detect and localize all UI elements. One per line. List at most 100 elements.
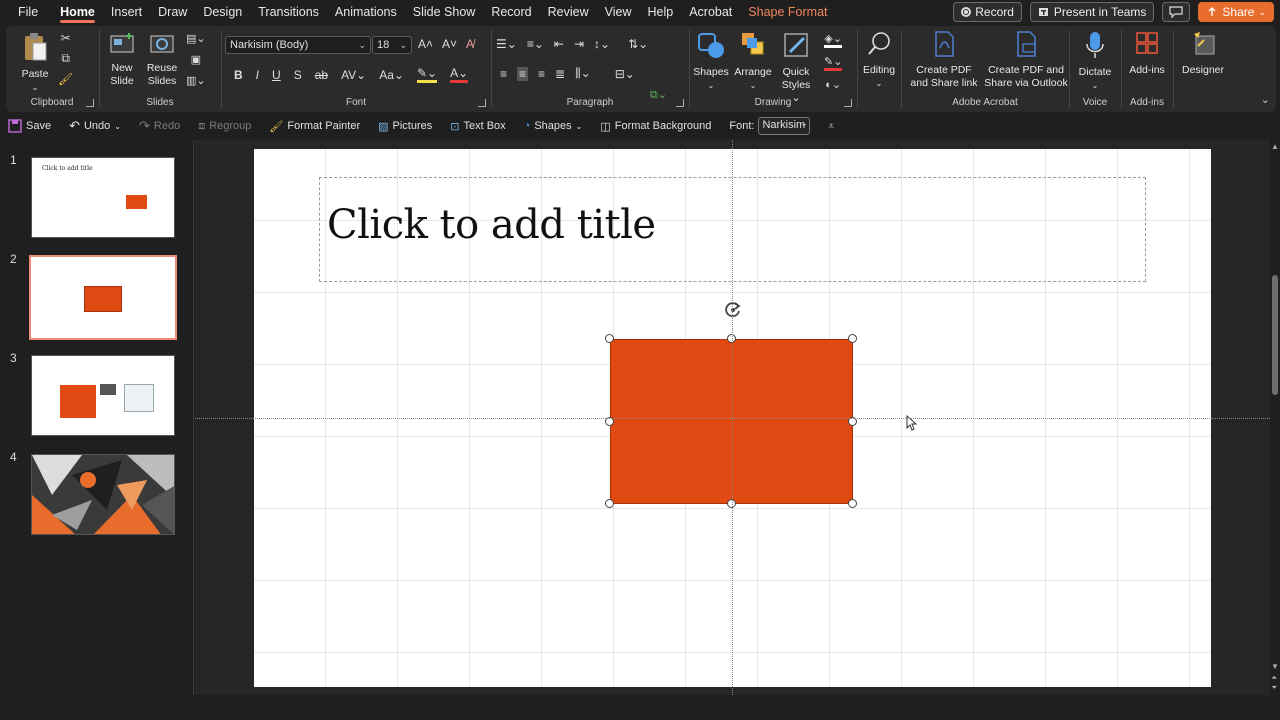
qat-font-select[interactable]: Narkisim ⌄ — [758, 117, 811, 135]
undo-button[interactable]: ↶ Undo ⌄ — [61, 118, 131, 134]
strikethrough-icon[interactable]: ab — [315, 68, 328, 82]
text-box-button[interactable]: ⊡ Text Box — [442, 120, 515, 133]
scroll-up-icon[interactable]: ▲ — [1271, 142, 1279, 151]
character-spacing-icon[interactable]: AV⌄ — [341, 68, 366, 82]
format-background-button[interactable]: ◫ Format Background — [592, 120, 721, 133]
slide-thumbnail-3[interactable] — [31, 355, 175, 436]
new-slide-button[interactable]: New Slide — [104, 32, 140, 88]
redo-button[interactable]: ↷ Redo — [131, 118, 190, 134]
tab-insert[interactable]: Insert — [103, 0, 150, 24]
save-button[interactable]: Save — [0, 119, 61, 133]
shape-fill-icon[interactable]: ◈⌄ — [824, 32, 843, 48]
resize-handle-top-right[interactable] — [848, 334, 857, 343]
tab-slide-show[interactable]: Slide Show — [405, 0, 484, 24]
tab-view[interactable]: View — [597, 0, 640, 24]
format-painter-button[interactable]: 🖌 Format Painter — [261, 120, 370, 133]
justify-icon[interactable]: ≣ — [555, 67, 565, 81]
bold-icon[interactable]: B — [234, 68, 243, 82]
collapse-ribbon-icon[interactable]: ⌄ — [1261, 93, 1270, 106]
pictures-button[interactable]: ▨ Pictures — [370, 120, 442, 133]
vertical-scrollbar[interactable]: ▲ ▼ ⏶ ⏷ — [1270, 140, 1280, 695]
text-direction-icon[interactable]: ⇅⌄ — [628, 37, 648, 51]
addins-button[interactable]: Add-ins — [1126, 30, 1168, 77]
scroll-down-icon[interactable]: ▼ — [1271, 662, 1279, 671]
underline-icon[interactable]: U — [272, 68, 281, 82]
italic-icon[interactable]: I — [256, 68, 259, 82]
font-size-select[interactable]: 18 ⌄ — [372, 36, 412, 54]
save-label: Save — [26, 120, 52, 132]
highlight-icon[interactable]: ✎⌄ — [416, 66, 438, 83]
bullets-icon[interactable]: ☰⌄ — [496, 37, 517, 51]
qat-shapes-button[interactable]: ◔ Shapes ⌄ — [516, 120, 593, 132]
decrease-indent-icon[interactable]: ⇤ — [554, 37, 564, 51]
comments-button[interactable] — [1162, 2, 1191, 22]
designer-button[interactable]: Designer — [1178, 30, 1228, 77]
paste-button[interactable]: Paste ⌄ — [18, 32, 52, 94]
increase-indent-icon[interactable]: ⇥ — [574, 37, 584, 51]
tab-review[interactable]: Review — [540, 0, 597, 24]
reset-icon[interactable]: ▣ — [191, 53, 201, 66]
arrange-button[interactable]: Arrange ⌄ — [732, 30, 774, 92]
font-launcher-icon[interactable] — [478, 99, 486, 107]
align-left-icon[interactable]: ≡ — [500, 67, 507, 81]
resize-handle-bottom-left[interactable] — [605, 499, 614, 508]
clear-formatting-icon[interactable]: A̸ — [466, 37, 474, 51]
section-icon[interactable]: ▥⌄ — [186, 74, 206, 87]
rotate-handle-icon[interactable] — [724, 301, 742, 319]
tab-transitions[interactable]: Transitions — [250, 0, 327, 24]
next-slide-icon[interactable]: ⏷ — [1271, 683, 1277, 693]
shapes-icon: ◔ — [523, 120, 531, 132]
drawing-launcher-icon[interactable] — [844, 99, 852, 107]
change-case-icon[interactable]: Aa⌄ — [379, 68, 404, 82]
cut-icon[interactable]: ✂ — [61, 31, 71, 45]
slide-thumbnail-2[interactable] — [29, 255, 177, 340]
align-right-icon[interactable]: ≡ — [538, 67, 545, 81]
resize-handle-bottom-right[interactable] — [848, 499, 857, 508]
copy-icon[interactable]: ⧉ — [61, 51, 70, 66]
slide-thumbnail-1[interactable]: Click to add title — [31, 157, 175, 238]
pdf-outlook-icon — [1017, 31, 1036, 57]
align-text-icon[interactable]: ⊟⌄ — [615, 67, 635, 81]
align-center-icon[interactable]: ≡ — [517, 66, 529, 81]
shadow-icon[interactable]: S — [294, 68, 302, 82]
share-button[interactable]: Share ⌄ — [1198, 2, 1274, 22]
tab-draw[interactable]: Draw — [150, 0, 195, 24]
slide-thumbnail-4[interactable] — [31, 454, 175, 535]
numbering-icon[interactable]: ≡⌄ — [527, 37, 544, 51]
line-spacing-icon[interactable]: ↕⌄ — [594, 37, 610, 51]
tab-record[interactable]: Record — [483, 0, 539, 24]
font-family-select[interactable]: Narkisim (Body) ⌄ — [225, 36, 371, 54]
clipboard-launcher-icon[interactable] — [86, 99, 94, 107]
tab-design[interactable]: Design — [195, 0, 250, 24]
grow-font-icon[interactable]: A˄ — [418, 37, 433, 51]
paragraph-launcher-icon[interactable] — [676, 99, 684, 107]
customize-qat-button[interactable]: ⩡ — [820, 121, 844, 132]
previous-slide-icon[interactable]: ⏶ — [1271, 673, 1277, 683]
create-pdf-outlook-button[interactable]: Create PDF and Share via Outlook — [982, 30, 1070, 90]
editing-button[interactable]: Editing ⌄ — [860, 30, 898, 90]
create-pdf-share-link-button[interactable]: Create PDF and Share link — [906, 30, 982, 90]
record-button[interactable]: Record — [953, 2, 1022, 22]
reuse-slides-button[interactable]: Reuse Slides — [144, 32, 180, 88]
shapes-button[interactable]: Shapes ⌄ — [692, 30, 730, 92]
present-in-teams-button[interactable]: Present in Teams — [1029, 2, 1155, 22]
shrink-font-icon[interactable]: A˅ — [442, 37, 457, 51]
tab-shape-format[interactable]: Shape Format — [740, 0, 835, 24]
layout-icon[interactable]: ▤⌄ — [186, 32, 206, 45]
quick-styles-button[interactable]: Quick Styles ⌄ — [776, 30, 816, 105]
tab-home[interactable]: Home — [52, 0, 103, 24]
columns-icon[interactable]: ⫼⌄ — [575, 66, 591, 81]
tab-file[interactable]: File — [0, 0, 52, 24]
resize-handle-top-left[interactable] — [605, 334, 614, 343]
font-color-icon[interactable]: A⌄ — [450, 66, 469, 83]
regroup-button[interactable]: ⧈ Regroup — [190, 120, 261, 133]
tab-acrobat[interactable]: Acrobat — [681, 0, 740, 24]
scrollbar-thumb[interactable] — [1272, 275, 1278, 395]
shape-effects-icon[interactable]: ◐⌄ — [825, 78, 841, 91]
horizontal-smart-guide — [195, 418, 1270, 419]
tab-help[interactable]: Help — [639, 0, 681, 24]
shape-outline-icon[interactable]: ✎⌄ — [824, 55, 843, 71]
dictate-button[interactable]: Dictate ⌄ — [1074, 30, 1116, 92]
tab-animations[interactable]: Animations — [327, 0, 405, 24]
format-painter-icon[interactable]: 🖌 — [58, 72, 73, 86]
